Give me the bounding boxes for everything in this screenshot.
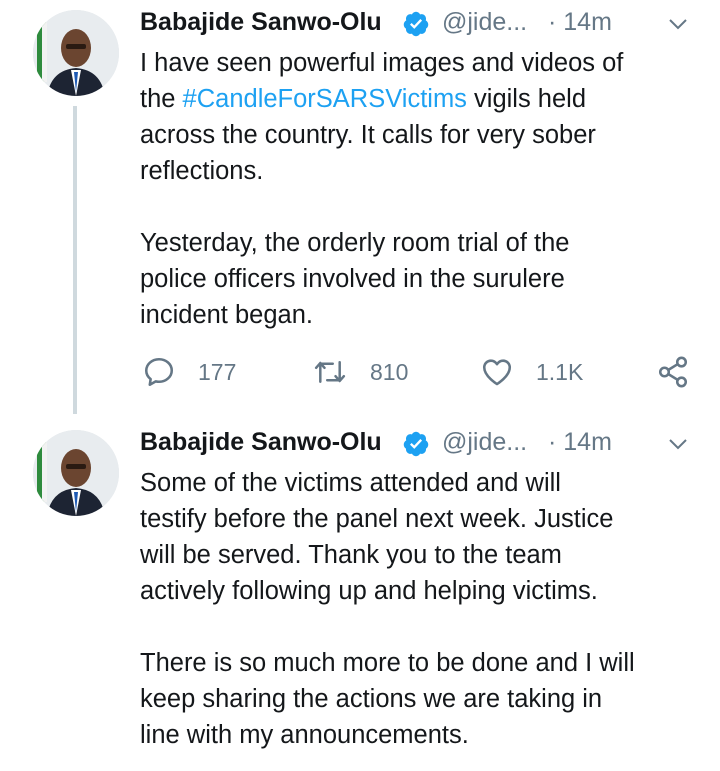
body-text: I have seen powerful images and videos o… [140,49,624,77]
retweet-icon [314,361,346,383]
like-button[interactable]: 1.1K [480,352,583,392]
tweet-header: Babajide Sanwo-Olu @jide... · 14m [140,4,690,44]
verified-badge-icon [403,11,429,37]
tweet-paragraph: I have seen powerful images and videos o… [140,45,700,189]
thread-line [73,106,77,414]
retweet-count: 810 [370,358,409,385]
reply-button[interactable]: 177 [142,352,236,392]
tweet-body: Some of the victims attended and will te… [140,465,700,753]
tweet-header: Babajide Sanwo-Olu @jide... · 14m [140,424,690,464]
avatar[interactable] [33,10,119,96]
author-handle[interactable]: @jide... [442,8,527,37]
share-icon [658,356,688,388]
tweet-paragraph: Yesterday, the orderly room trial of the… [140,225,700,333]
body-text: across the country. It calls for very so… [140,121,596,149]
tweet-1[interactable]: Babajide Sanwo-Olu @jide... · 14m I have… [0,0,720,420]
reply-icon [144,357,174,387]
body-text: incident began. [140,301,313,329]
reply-count: 177 [198,358,237,385]
body-text: reflections. [140,157,264,185]
retweet-button[interactable]: 810 [312,352,408,392]
tweet-2[interactable]: Babajide Sanwo-Olu @jide... · 14m Some o… [0,420,720,771]
timestamp[interactable]: · 14m [548,8,612,37]
author-name[interactable]: Babajide Sanwo-Olu [140,428,382,457]
tweet-paragraph: Some of the victims attended and will te… [140,465,700,609]
tweet-paragraph: There is so much more to be done and I w… [140,645,700,753]
tweet-body: I have seen powerful images and videos o… [140,45,700,333]
like-count: 1.1K [536,358,584,385]
author-name[interactable]: Babajide Sanwo-Olu [140,8,382,37]
body-text: keep sharing the actions we are taking i… [140,685,603,713]
body-text: testify before the panel next week. Just… [140,505,614,533]
body-text: Some of the victims attended and will [140,469,561,497]
share-button[interactable] [656,352,690,392]
tweet-actions: 177 810 1.1K [140,352,700,392]
body-text: line with my announcements. [140,721,469,749]
body-text: actively following up and helping victim… [140,577,598,605]
verified-badge-icon [403,431,429,457]
body-text: vigils held [466,85,586,113]
chevron-down-icon[interactable] [666,12,690,36]
body-text: police officers involved in the surulere [140,265,565,293]
chevron-down-icon[interactable] [666,432,690,456]
hashtag-link[interactable]: #CandleForSARSVictims [183,85,467,113]
body-text: will be served. Thank you to the team [140,541,562,569]
body-text: There is so much more to be done and I w… [140,649,635,677]
like-icon [482,359,512,386]
body-text: Yesterday, the orderly room trial of the [140,229,570,257]
body-text: the [140,85,183,113]
timestamp[interactable]: · 14m [548,428,612,457]
avatar[interactable] [33,430,119,516]
author-handle[interactable]: @jide... [442,428,527,457]
